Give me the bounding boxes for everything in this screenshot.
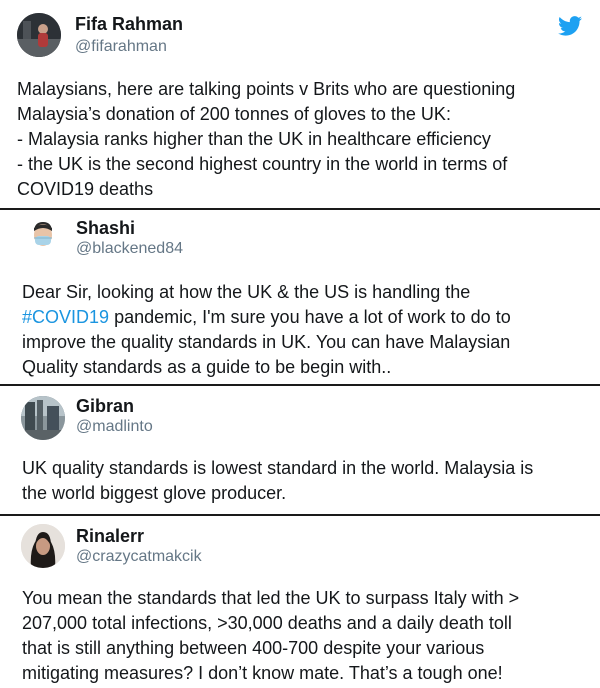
tweet-text-line: You mean the standards that led the UK t… bbox=[22, 588, 520, 608]
tweet-text-line: #COVID19 pandemic, I'm sure you have a l… bbox=[22, 305, 511, 330]
tweet-text-line: improve the quality standards in UK. You… bbox=[22, 332, 511, 352]
display-name[interactable]: Rinalerr bbox=[76, 526, 144, 547]
tweet-gibran: Gibran @madlinto UK quality standards is… bbox=[0, 386, 600, 514]
tweet-text-line: mitigating measures? I don’t know mate. … bbox=[22, 663, 503, 683]
handle[interactable]: @blackened84 bbox=[76, 240, 183, 258]
tweet-text-segment: pandemic, I'm sure you have a lot of wor… bbox=[114, 307, 511, 327]
tweet-text: UK quality standards is lowest standard … bbox=[22, 456, 533, 506]
display-name[interactable]: Shashi bbox=[76, 218, 135, 239]
tweet-text-line: - Malaysia ranks higher than the UK in h… bbox=[17, 129, 491, 149]
tweet-shashi: Shashi @blackened84 Dear Sir, looking at… bbox=[0, 210, 600, 384]
tweet-rinalerr: Rinalerr @crazycatmakcik You mean the st… bbox=[0, 516, 600, 688]
tweet-text-line: Malaysia’s donation of 200 tonnes of glo… bbox=[17, 104, 451, 124]
tweet-text: Dear Sir, looking at how the UK & the US… bbox=[22, 280, 511, 380]
tweet-text-line: the world biggest glove producer. bbox=[22, 483, 287, 503]
tweet-fifa-rahman: Fifa Rahman @fifarahman Malaysians, here… bbox=[0, 0, 600, 208]
avatar[interactable] bbox=[28, 220, 58, 250]
display-name[interactable]: Fifa Rahman bbox=[75, 14, 183, 35]
tweet-text-line: UK quality standards is lowest standard … bbox=[22, 458, 534, 478]
display-name[interactable]: Gibran bbox=[76, 396, 134, 417]
handle[interactable]: @fifarahman bbox=[75, 38, 167, 56]
tweet-text-line: COVID19 deaths bbox=[17, 179, 154, 199]
avatar[interactable] bbox=[21, 524, 65, 568]
avatar[interactable] bbox=[17, 13, 61, 57]
tweet-text-line: Quality standards as a guide to be begin… bbox=[22, 357, 392, 377]
twitter-bird-icon[interactable] bbox=[558, 16, 582, 36]
tweet-text-line: Dear Sir, looking at how the UK & the US… bbox=[22, 282, 471, 302]
avatar[interactable] bbox=[21, 396, 65, 440]
tweet-text-line: that is still anything between 400-700 d… bbox=[22, 638, 485, 658]
tweet-text-line: 207,000 total infections, >30,000 deaths… bbox=[22, 613, 512, 633]
tweet-text: Malaysians, here are talking points v Br… bbox=[17, 77, 515, 202]
handle[interactable]: @crazycatmakcik bbox=[76, 548, 202, 566]
tweet-text-line: - the UK is the second highest country i… bbox=[17, 154, 508, 174]
tweet-text-line: Malaysians, here are talking points v Br… bbox=[17, 79, 516, 99]
tweet-text: You mean the standards that led the UK t… bbox=[22, 586, 519, 686]
hashtag-link[interactable]: #COVID19 bbox=[22, 307, 109, 327]
handle[interactable]: @madlinto bbox=[76, 418, 153, 436]
